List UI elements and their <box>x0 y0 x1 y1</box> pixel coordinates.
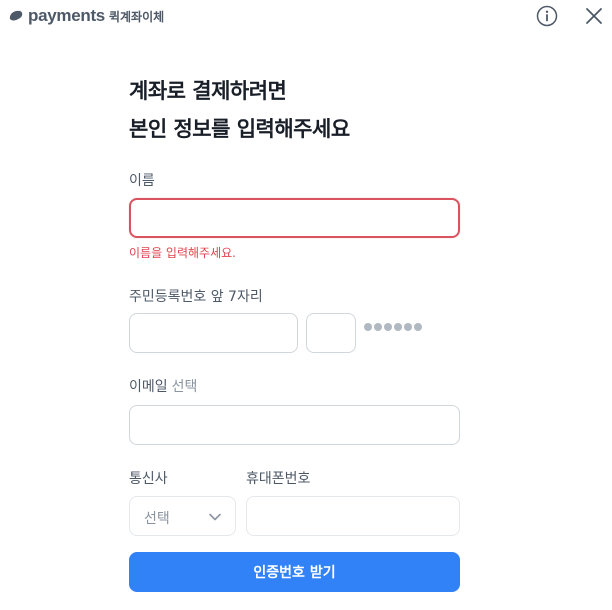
mask-dot <box>374 323 382 331</box>
chevron-down-icon <box>209 513 221 521</box>
name-label: 이름 <box>129 173 155 189</box>
phone-label: 휴대폰번호 <box>246 471 311 487</box>
mask-dot <box>414 323 422 331</box>
page-title-line1: 계좌로 결제하려면 <box>129 79 287 103</box>
rrn-label: 주민등록번호 앞 7자리 <box>129 289 263 305</box>
logo-subtitle: 퀵계좌이체 <box>108 9 165 24</box>
email-input[interactable] <box>129 405 460 445</box>
phone-input[interactable] <box>246 496 460 536</box>
carrier-label: 통신사 <box>129 471 168 487</box>
payment-identity-page: payments 퀵계좌이체 계좌로 결제하려면 본인 정보를 입력해주세요 이… <box>0 0 612 610</box>
email-label: 이메일 선택 <box>129 376 197 396</box>
rrn-masked-dots <box>364 323 422 331</box>
email-optional-tag: 선택 <box>171 379 198 395</box>
mask-dot <box>394 323 402 331</box>
header: payments 퀵계좌이체 <box>0 0 612 34</box>
rrn-front-input[interactable] <box>129 313 298 353</box>
email-label-text: 이메일 <box>129 379 168 395</box>
name-error-message: 이름을 입력해주세요. <box>129 246 236 260</box>
logo: payments 퀵계좌이체 <box>8 5 164 27</box>
get-verification-code-button[interactable]: 인증번호 받기 <box>129 552 460 592</box>
page-title: 계좌로 결제하려면 본인 정보를 입력해주세요 <box>129 72 489 148</box>
close-icon[interactable] <box>584 6 604 26</box>
logo-mark-icon <box>9 10 23 21</box>
logo-text: payments <box>28 6 105 25</box>
page-title-line2: 본인 정보를 입력해주세요 <box>129 117 350 141</box>
mask-dot <box>384 323 392 331</box>
info-icon[interactable] <box>536 5 558 27</box>
carrier-select[interactable]: 선택 <box>129 496 236 536</box>
name-input[interactable] <box>129 198 460 238</box>
mask-dot <box>364 323 372 331</box>
carrier-select-value: 선택 <box>144 511 170 527</box>
rrn-back-digit-input[interactable] <box>306 313 356 353</box>
mask-dot <box>404 323 412 331</box>
